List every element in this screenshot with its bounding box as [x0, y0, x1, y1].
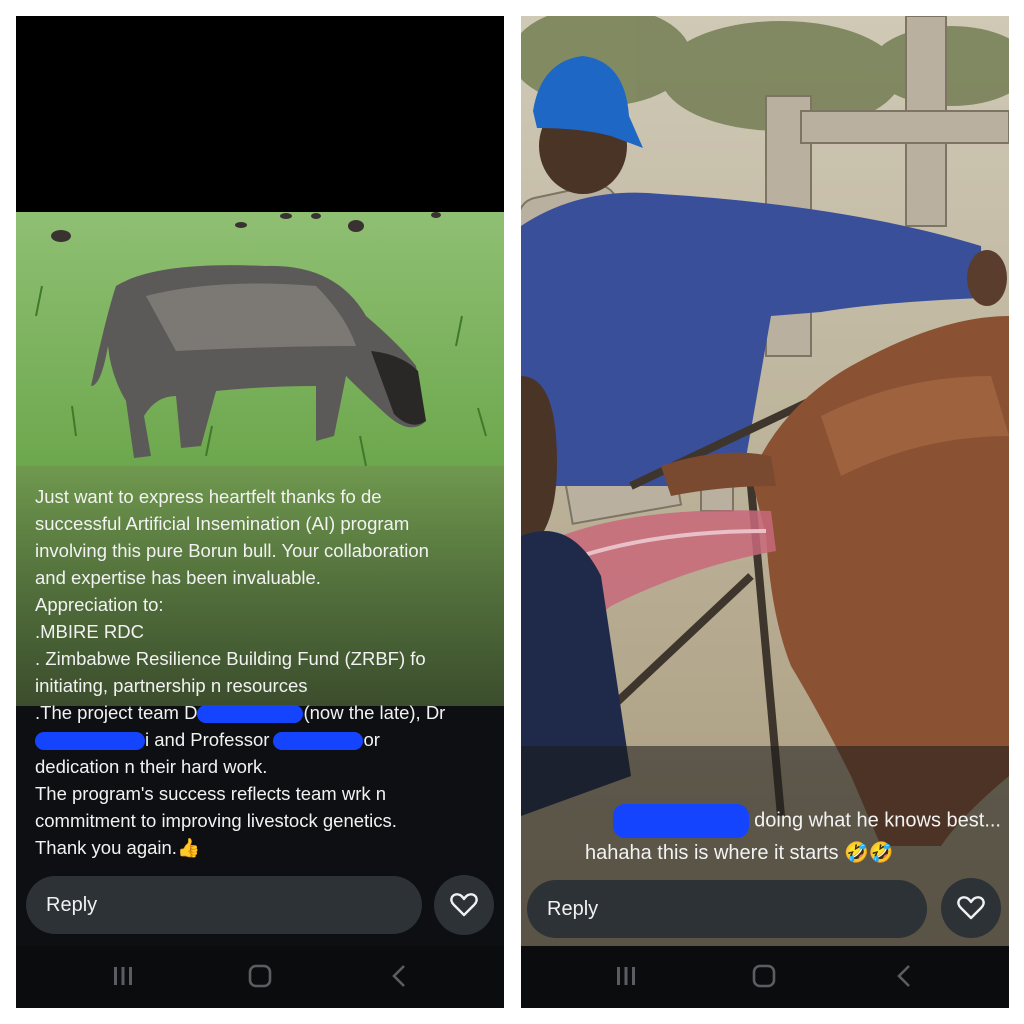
- caption-fragment: .The project team D: [35, 702, 198, 723]
- laughing-emoji: 🤣🤣: [844, 842, 894, 864]
- redaction-mark: [197, 705, 304, 724]
- caption-line: Thank you again.👍: [35, 834, 495, 861]
- home-icon[interactable]: [752, 964, 776, 988]
- system-nav-bar: [16, 946, 504, 1008]
- caption-line: The program's success reflects team wrk …: [35, 783, 387, 804]
- caption-line: . Zimbabwe Resilience Building Fund (ZRB…: [35, 648, 426, 669]
- caption-line: and expertise has been invaluable.: [35, 567, 321, 588]
- recent-apps-icon[interactable]: [615, 964, 637, 988]
- redaction-mark: [273, 732, 364, 751]
- like-button[interactable]: [941, 878, 1001, 938]
- back-icon[interactable]: [390, 964, 408, 988]
- thumbs-up-emoji: 👍: [176, 837, 200, 858]
- caption-line: initiating, partnership n resources: [35, 675, 308, 696]
- caption-line: .MBIRE RDC: [35, 621, 144, 642]
- home-icon[interactable]: [248, 964, 272, 988]
- caption-line: dedication n their hard work.: [35, 756, 268, 777]
- reply-input[interactable]: Reply: [26, 876, 422, 934]
- recent-apps-icon[interactable]: [112, 964, 134, 988]
- reply-input[interactable]: Reply: [527, 880, 927, 938]
- caption-line: involving this pure Borun bull. Your col…: [35, 540, 429, 561]
- caption-fragment: (now the late), Dr: [303, 702, 446, 723]
- heart-icon: [450, 893, 478, 917]
- redaction-mark: [612, 804, 749, 838]
- caption-line: Appreciation to:: [35, 594, 164, 615]
- caption-fragment: Thank you again.: [35, 837, 177, 858]
- redaction-mark: [35, 732, 145, 751]
- caption-line: hahaha this is where it starts 🤣🤣: [551, 838, 1001, 868]
- caption-line: doing what he knows best...: [551, 804, 1001, 838]
- story-caption: Just want to express heartfelt thanks fo…: [35, 483, 495, 861]
- caption-line: commitment to improving livestock geneti…: [35, 810, 397, 831]
- caption-line: Just want to express heartfelt thanks fo…: [35, 486, 382, 507]
- story-panel-right: doing what he knows best... hahaha this …: [521, 16, 1009, 1008]
- story-caption: doing what he knows best... hahaha this …: [551, 804, 1001, 868]
- caption-fragment: hahaha this is where it starts: [585, 842, 839, 864]
- system-nav-bar: [521, 946, 1009, 1008]
- back-icon[interactable]: [895, 964, 913, 988]
- heart-icon: [957, 896, 985, 920]
- caption-line: .The project team D (now the late), Dr: [35, 699, 495, 726]
- caption-fragment: or: [363, 729, 380, 750]
- caption-line: i and Professor or: [35, 726, 495, 753]
- caption-fragment: i and Professor: [145, 729, 270, 750]
- caption-fragment: doing what he knows best...: [754, 809, 1001, 832]
- like-button[interactable]: [434, 875, 494, 935]
- caption-line: successful Artificial Insemination (AI) …: [35, 513, 410, 534]
- story-panel-left: Just want to express heartfelt thanks fo…: [16, 16, 504, 1008]
